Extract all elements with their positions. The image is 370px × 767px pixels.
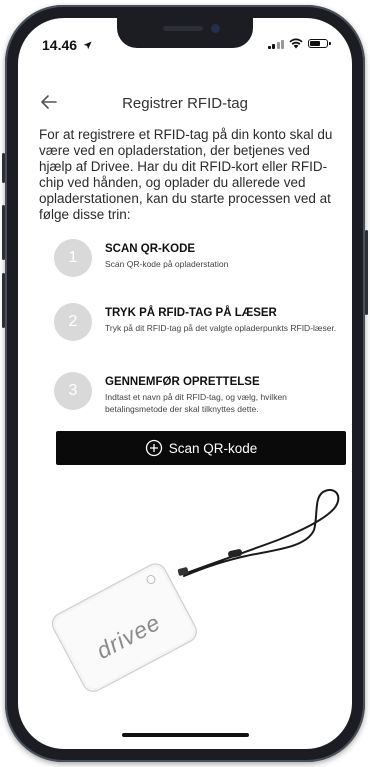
phone-notch bbox=[117, 18, 253, 48]
home-indicator[interactable] bbox=[122, 733, 249, 737]
phone-frame: 14.46 Registrer RFID-tag For at registre… bbox=[2, 5, 368, 762]
step-description: Indtast et navn på dit RFID-tag, og vælg… bbox=[105, 392, 287, 414]
step-3: 3 GENNEMFØR OPRETTELSE Indtast et navn p… bbox=[54, 372, 339, 415]
step-number-badge: 2 bbox=[54, 303, 92, 341]
speaker-grille bbox=[163, 26, 203, 31]
intro-text: For at registrere et RFID-tag på din kon… bbox=[39, 127, 333, 222]
step-2: 2 TRYK PÅ RFID-TAG PÅ LÆSER Tryk på dit … bbox=[54, 303, 339, 341]
page-title: Registrer RFID-tag bbox=[122, 95, 248, 112]
location-arrow-icon bbox=[83, 41, 92, 50]
front-camera bbox=[211, 24, 220, 33]
status-bar-time: 14.46 bbox=[42, 37, 92, 53]
scan-qr-button-label: Scan QR-kode bbox=[168, 440, 258, 456]
status-bar-icons bbox=[267, 38, 331, 49]
step-description: Scan QR-kode på opladerstation bbox=[105, 259, 229, 269]
phone-screen: 14.46 Registrer RFID-tag For at registre… bbox=[18, 18, 352, 749]
plus-circle-icon bbox=[145, 439, 162, 457]
phone-side-button bbox=[2, 153, 5, 183]
step-1: 1 SCAN QR-KODE Scan QR-kode på opladerst… bbox=[54, 239, 339, 277]
step-number-badge: 1 bbox=[54, 239, 92, 277]
phone-power-button bbox=[365, 230, 368, 315]
cellular-signal-icon bbox=[267, 39, 284, 49]
scan-qr-button[interactable]: Scan QR-kode bbox=[56, 431, 346, 465]
wifi-icon bbox=[289, 38, 303, 49]
step-title: SCAN QR-KODE bbox=[105, 243, 196, 255]
step-description: Tryk på dit RFID-tag på det valgte oplad… bbox=[105, 323, 337, 333]
rfid-keyfob-image: drivee bbox=[51, 488, 340, 692]
battery-icon bbox=[308, 39, 331, 48]
step-title: GENNEMFØR OPRETTELSE bbox=[105, 376, 260, 388]
step-title: TRYK PÅ RFID-TAG PÅ LÆSER bbox=[105, 307, 277, 319]
phone-volume-down-button bbox=[2, 273, 5, 328]
step-number-badge: 3 bbox=[54, 372, 92, 410]
phone-volume-up-button bbox=[2, 205, 5, 260]
